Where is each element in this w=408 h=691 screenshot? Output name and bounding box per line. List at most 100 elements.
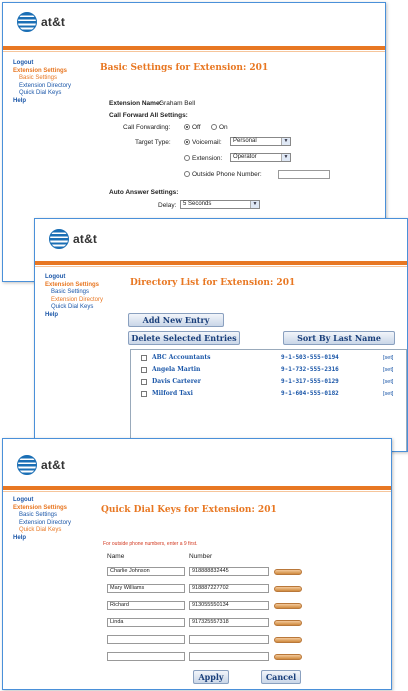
extension-name-value: Graham Bell (159, 100, 196, 107)
nav-basic-settings[interactable]: Basic Settings (13, 75, 71, 83)
quick-dial-number-input[interactable]: 918888832445 (189, 567, 269, 576)
att-logo: at&t (17, 455, 65, 475)
att-logo: at&t (17, 12, 65, 32)
nav-logout[interactable]: Logout (13, 60, 71, 68)
nav-extension-settings[interactable]: Extension Settings (13, 68, 71, 76)
entry-set-link[interactable]: [set] (383, 391, 393, 397)
sidebar-nav: Logout Extension Settings Basic Settings… (13, 497, 71, 542)
quick-dial-name-input[interactable]: Mary Williams (107, 584, 185, 593)
att-logo: at&t (49, 229, 97, 249)
nav-quick-dial-keys[interactable]: Quick Dial Keys (13, 90, 71, 98)
target-type-label: Target Type: (135, 139, 171, 146)
quick-dial-number-input[interactable] (189, 652, 269, 661)
extension-radio[interactable] (184, 155, 190, 161)
quick-dial-name-input[interactable] (107, 652, 185, 661)
quick-dial-name-input[interactable]: Charlie Johnson (107, 567, 185, 576)
entry-set-link[interactable]: [set] (383, 367, 393, 373)
extension-select-value: Operator (233, 154, 257, 160)
entry-set-link[interactable]: [set] (383, 379, 393, 385)
brand-text: at&t (41, 458, 66, 472)
entry-name: Angela Martin (152, 366, 201, 373)
quick-dial-key-button[interactable] (274, 620, 302, 626)
att-globe-icon (17, 455, 37, 475)
nav-extension-directory[interactable]: Extension Directory (13, 83, 71, 91)
call-forwarding-off-radio[interactable] (184, 124, 190, 130)
extension-target-label: Extension: (192, 155, 223, 162)
nav-basic-settings[interactable]: Basic Settings (45, 289, 103, 297)
quick-dial-key-button[interactable] (274, 586, 302, 592)
quick-dial-name-input[interactable]: Linda (107, 618, 185, 627)
nav-help[interactable]: Help (13, 535, 71, 543)
sidebar-nav: Logout Extension Settings Basic Settings… (45, 274, 103, 319)
att-globe-icon (49, 229, 69, 249)
quick-dial-key-button[interactable] (274, 603, 302, 609)
quick-dial-name-input[interactable] (107, 635, 185, 644)
header-divider (3, 46, 385, 50)
cancel-button[interactable]: Cancel (261, 670, 301, 684)
nav-extension-settings[interactable]: Extension Settings (13, 505, 71, 513)
delay-select[interactable]: 5 Seconds ▼ (180, 200, 260, 209)
entry-number: 9-1-604-555-0182 (281, 390, 339, 397)
call-forwarding-label: Call Forwarding: (123, 124, 171, 131)
chevron-down-icon: ▼ (281, 154, 290, 161)
header-divider-thin (3, 491, 391, 492)
quick-dial-key-button[interactable] (274, 569, 302, 575)
quick-dial-key-button[interactable] (274, 637, 302, 643)
delay-label: Delay: (158, 202, 177, 209)
header-divider (3, 486, 391, 490)
cfa-heading: Call Forward All Settings: (109, 112, 188, 119)
nav-basic-settings[interactable]: Basic Settings (13, 512, 71, 520)
outside-number-note: For outside phone numbers, enter a 9 fir… (103, 541, 198, 547)
outside-number-radio[interactable] (184, 171, 190, 177)
nav-help[interactable]: Help (45, 312, 103, 320)
entry-number: 9-1-503-555-0194 (281, 354, 339, 361)
auto-answer-heading: Auto Answer Settings: (109, 189, 179, 196)
page-title: Basic Settings for Extension: 201 (100, 63, 269, 73)
entry-number: 9-1-317-555-0129 (281, 378, 339, 385)
extension-select[interactable]: Operator ▼ (230, 153, 291, 162)
sort-by-last-name-button[interactable]: Sort By Last Name (283, 331, 395, 345)
quick-dial-key-button[interactable] (274, 654, 302, 660)
quick-dial-number-input[interactable]: 913055550134 (189, 601, 269, 610)
entry-checkbox[interactable] (141, 355, 147, 361)
column-header-number: Number (189, 553, 213, 560)
directory-window: at&t Logout Extension Settings Basic Set… (34, 218, 408, 452)
header-divider-thin (3, 51, 385, 52)
off-label: Off (192, 124, 201, 131)
nav-quick-dial-keys[interactable]: Quick Dial Keys (13, 527, 71, 535)
voicemail-radio[interactable] (184, 139, 190, 145)
nav-extension-directory[interactable]: Extension Directory (13, 520, 71, 528)
entry-name: Davis Carterer (152, 378, 201, 385)
quick-dial-number-input[interactable]: 917325557318 (189, 618, 269, 627)
entry-checkbox[interactable] (141, 379, 147, 385)
nav-extension-directory[interactable]: Extension Directory (45, 297, 103, 305)
page-title: Directory List for Extension: 201 (130, 278, 296, 288)
nav-logout[interactable]: Logout (13, 497, 71, 505)
add-new-entry-button[interactable]: Add New Entry (128, 313, 224, 327)
entry-checkbox[interactable] (141, 367, 147, 373)
delete-selected-entries-button[interactable]: Delete Selected Entries (128, 331, 240, 345)
entry-set-link[interactable]: [set] (383, 355, 393, 361)
att-globe-icon (17, 12, 37, 32)
apply-button[interactable]: Apply (193, 670, 229, 684)
entry-checkbox[interactable] (141, 391, 147, 397)
chevron-down-icon: ▼ (281, 138, 290, 145)
entry-name: Milford Taxi (152, 390, 193, 397)
directory-list: ABC Accountants 9-1-503-555-0194 [set] A… (130, 349, 407, 451)
nav-help[interactable]: Help (13, 98, 71, 106)
quick-dial-window: at&t Logout Extension Settings Basic Set… (2, 438, 392, 690)
nav-extension-settings[interactable]: Extension Settings (45, 282, 103, 290)
nav-quick-dial-keys[interactable]: Quick Dial Keys (45, 304, 103, 312)
on-label: On (219, 124, 228, 131)
outside-number-input[interactable] (278, 170, 330, 179)
sidebar-nav: Logout Extension Settings Basic Settings… (13, 60, 71, 105)
quick-dial-name-input[interactable]: Richard (107, 601, 185, 610)
call-forwarding-on-radio[interactable] (211, 124, 217, 130)
quick-dial-number-input[interactable]: 918887227702 (189, 584, 269, 593)
page-title: Quick Dial Keys for Extension: 201 (101, 505, 277, 515)
quick-dial-number-input[interactable] (189, 635, 269, 644)
nav-logout[interactable]: Logout (45, 274, 103, 282)
header-divider (35, 261, 407, 265)
voicemail-select[interactable]: Personal ▼ (230, 137, 291, 146)
brand-text: at&t (73, 232, 98, 246)
